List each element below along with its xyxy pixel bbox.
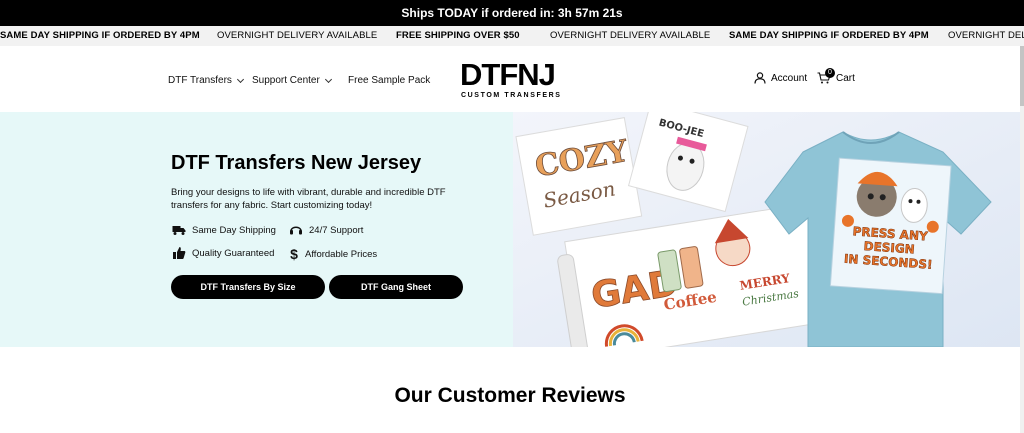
ticker-item: SAME DAY SHIPPING IF ORDERED BY 4PM xyxy=(0,30,200,41)
page-scrollbar[interactable] xyxy=(1020,46,1024,433)
thumbs-up-icon xyxy=(173,247,186,259)
cart-label: Cart xyxy=(836,72,855,84)
customer-reviews-heading: Our Customer Reviews xyxy=(394,384,626,407)
dtf-transfers-by-size-button[interactable]: DTF Transfers By Size xyxy=(171,275,325,299)
cart-link[interactable]: 0 Cart xyxy=(817,68,855,84)
logo-tagline: CUSTOM TRANSFERS xyxy=(461,92,562,99)
hero-banner: DTF Transfers New Jersey Bring your desi… xyxy=(0,112,1020,347)
site-logo[interactable]: DTFNJ CUSTOM TRANSFERS xyxy=(460,58,566,102)
ticker-item: OVERNIGHT DELIVERY AVAILABLE xyxy=(948,30,1024,41)
feature-prices: $ Affordable Prices xyxy=(289,246,377,262)
nav-dtf-transfers[interactable]: DTF Transfers xyxy=(168,75,244,86)
feature-label: Affordable Prices xyxy=(305,248,378,260)
nav-label: DTF Transfers xyxy=(168,75,232,86)
user-icon xyxy=(754,72,766,84)
ticker-item: OVERNIGHT DELIVERY AVAILABLE xyxy=(217,30,378,41)
feature-quality: Quality Guaranteed xyxy=(172,246,274,260)
countdown-text: Ships TODAY if ordered in: 3h 57m 21s xyxy=(401,6,623,20)
feature-support: 24/7 Support xyxy=(289,223,363,237)
scrollbar-thumb[interactable] xyxy=(1020,46,1024,106)
hero-description: Bring your designs to life with vibrant,… xyxy=(171,187,446,211)
chevron-down-icon xyxy=(236,75,244,83)
account-label: Account xyxy=(771,72,808,84)
ticker-item: OVERNIGHT DELIVERY AVAILABLE xyxy=(550,30,711,41)
nav-label: Free Sample Pack xyxy=(348,75,431,86)
cart-icon-wrap: 0 xyxy=(817,68,835,84)
feature-label: Same Day Shipping xyxy=(192,224,276,236)
account-link[interactable]: Account xyxy=(754,72,807,84)
chevron-down-icon xyxy=(324,75,332,83)
feature-label: Quality Guaranteed xyxy=(192,247,275,259)
hero-product-image: COZY Season BOO-JEE GAD Coffee MERRY Chr… xyxy=(513,112,1020,347)
site-header: DTF Transfers Support Center Free Sample… xyxy=(0,46,1020,112)
nav-support-center[interactable]: Support Center xyxy=(252,75,332,86)
feature-same-day-shipping: Same Day Shipping xyxy=(172,223,276,237)
nav-label: Support Center xyxy=(252,75,320,86)
cart-count-badge: 0 xyxy=(825,68,835,78)
countdown-banner: Ships TODAY if ordered in: 3h 57m 21s xyxy=(0,0,1024,26)
hero-title: DTF Transfers New Jersey xyxy=(171,152,422,174)
ticker-item: FREE SHIPPING OVER $50 xyxy=(396,30,520,41)
ticker-item: SAME DAY SHIPPING IF ORDERED BY 4PM xyxy=(729,30,929,41)
nav-free-sample-pack[interactable]: Free Sample Pack xyxy=(348,75,430,86)
announcement-ticker: SAME DAY SHIPPING IF ORDERED BY 4PM OVER… xyxy=(0,26,1024,46)
logo-wordmark: DTFNJ xyxy=(460,57,556,92)
feature-label: 24/7 Support xyxy=(309,224,364,236)
dollar-icon: $ xyxy=(290,246,298,262)
headset-icon xyxy=(290,226,302,235)
dtf-gang-sheet-button[interactable]: DTF Gang Sheet xyxy=(329,275,463,299)
truck-icon xyxy=(172,226,186,235)
